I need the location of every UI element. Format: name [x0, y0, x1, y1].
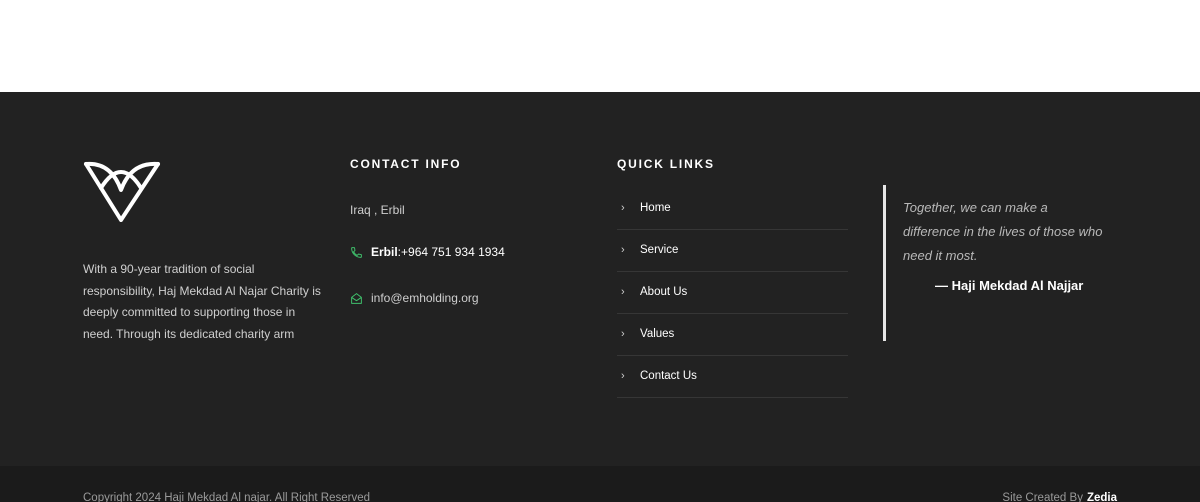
phone-icon	[351, 246, 362, 258]
phone-city: Erbil	[371, 245, 398, 259]
about-description: With a 90-year tradition of social respo…	[83, 262, 321, 341]
phone-number: :+964 751 934 1934	[397, 245, 505, 259]
quick-link-contact-us[interactable]: › Contact Us	[617, 356, 848, 398]
charity-logo[interactable]	[83, 160, 161, 222]
footer-bottom-bar: Copyright 2024 Haji Mekdad Al najar. All…	[0, 466, 1200, 502]
quote-author: — Haji Mekdad Al Najjar	[935, 278, 1084, 293]
chevron-right-icon: ›	[621, 285, 625, 298]
credit-brand-link[interactable]: Zedia	[1087, 492, 1117, 502]
copyright-text: Copyright 2024 Haji Mekdad Al najar. All…	[83, 492, 371, 502]
quick-link-values[interactable]: › Values	[617, 314, 848, 356]
quick-link-about-us[interactable]: › About Us	[617, 272, 848, 314]
contact-info-heading: CONTACT INFO	[350, 157, 462, 171]
quick-link-label: Home	[640, 201, 671, 214]
chevron-right-icon: ›	[621, 243, 625, 256]
quick-link-label: About Us	[640, 285, 688, 298]
quote-text: Together, we can make a difference in th…	[903, 200, 1103, 263]
site-credit[interactable]: Site Created By Zedia	[1002, 492, 1117, 502]
credit-prefix: Site Created By	[1002, 492, 1083, 502]
quick-link-home[interactable]: › Home	[617, 188, 848, 230]
site-footer: With a 90-year tradition of social respo…	[0, 92, 1200, 466]
contact-address: Iraq , Erbil	[350, 203, 405, 217]
quick-links-heading: QUICK LINKS	[617, 157, 715, 171]
envelope-open-icon	[351, 292, 362, 304]
email-address: info@emholding.org	[371, 291, 479, 305]
quote-divider	[883, 185, 886, 341]
quick-links-list: › Home › Service › About Us › Values › C…	[617, 188, 848, 398]
contact-email[interactable]: info@emholding.org	[350, 291, 479, 305]
chevron-right-icon: ›	[621, 369, 625, 382]
chevron-right-icon: ›	[621, 327, 625, 340]
heart-leaf-logo-icon	[84, 161, 160, 222]
contact-phone[interactable]: Erbil :+964 751 934 1934	[350, 245, 505, 259]
chevron-right-icon: ›	[621, 201, 625, 214]
quick-link-label: Contact Us	[640, 369, 697, 382]
quick-link-label: Service	[640, 243, 679, 256]
page-top-area	[0, 0, 1200, 92]
quick-link-service[interactable]: › Service	[617, 230, 848, 272]
quick-link-label: Values	[640, 327, 675, 340]
